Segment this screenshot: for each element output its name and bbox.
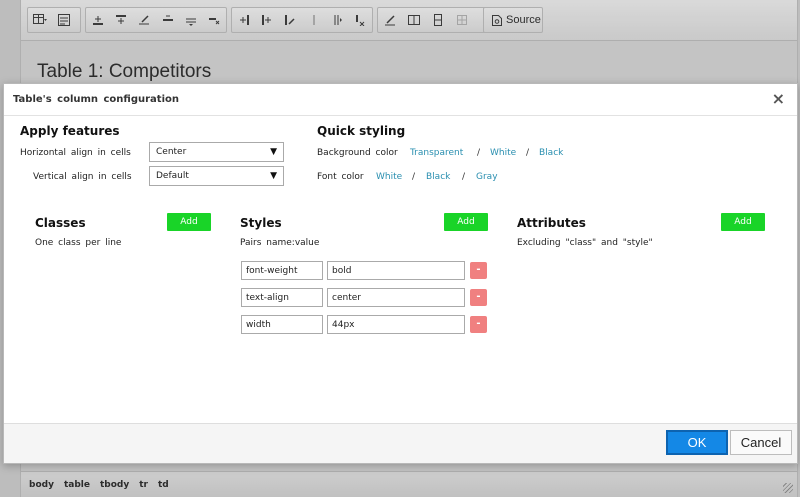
horizontal-align-label: Horizontal align in cells: [20, 148, 131, 158]
add-class-button[interactable]: Add: [167, 213, 211, 231]
style-value-input[interactable]: bold: [327, 261, 465, 280]
horizontal-align-select[interactable]: Center ▼: [149, 142, 284, 162]
separator: /: [526, 148, 530, 158]
cancel-button[interactable]: Cancel: [730, 430, 792, 455]
background-color-label: Background color: [317, 148, 398, 158]
separator: /: [462, 172, 466, 182]
ok-button[interactable]: OK: [666, 430, 728, 455]
styles-title: Styles: [240, 216, 282, 230]
classes-hint: One class per line: [35, 238, 122, 248]
close-icon[interactable]: ×: [772, 91, 785, 107]
bg-option-black[interactable]: Black: [539, 148, 563, 158]
remove-style-button[interactable]: -: [470, 316, 487, 333]
style-value-input[interactable]: center: [327, 288, 465, 307]
attributes-title: Attributes: [517, 216, 586, 230]
style-name-input[interactable]: width: [241, 315, 323, 334]
vertical-align-select[interactable]: Default ▼: [149, 166, 284, 186]
bg-option-transparent[interactable]: Transparent: [410, 148, 463, 158]
remove-style-button[interactable]: -: [470, 262, 487, 279]
column-config-dialog: Table's column configuration × Apply fea…: [3, 83, 798, 464]
quick-styling-title: Quick styling: [317, 124, 406, 138]
bg-option-white[interactable]: White: [490, 148, 516, 158]
style-name-input[interactable]: text-align: [241, 288, 323, 307]
font-option-gray[interactable]: Gray: [476, 172, 498, 182]
separator: /: [477, 148, 481, 158]
attributes-hint: Excluding "class" and "style": [517, 238, 653, 248]
add-attribute-button[interactable]: Add: [721, 213, 765, 231]
vertical-align-label: Vertical align in cells: [33, 172, 132, 182]
font-option-black[interactable]: Black: [426, 172, 450, 182]
font-color-label: Font color: [317, 172, 364, 182]
remove-style-button[interactable]: -: [470, 289, 487, 306]
dialog-header: Table's column configuration ×: [4, 84, 797, 116]
chevron-down-icon: ▼: [270, 147, 277, 157]
style-name-input[interactable]: font-weight: [241, 261, 323, 280]
chevron-down-icon: ▼: [270, 171, 277, 181]
dialog-footer: OK Cancel: [4, 423, 797, 463]
vertical-align-value: Default: [156, 171, 189, 181]
styles-hint: Pairs name:value: [240, 238, 320, 248]
classes-title: Classes: [35, 216, 86, 230]
style-value-input[interactable]: 44px: [327, 315, 465, 334]
apply-features-title: Apply features: [20, 124, 120, 138]
dialog-title: Table's column configuration: [13, 94, 179, 105]
horizontal-align-value: Center: [156, 147, 187, 157]
add-style-button[interactable]: Add: [444, 213, 488, 231]
font-option-white[interactable]: White: [376, 172, 402, 182]
separator: /: [412, 172, 416, 182]
